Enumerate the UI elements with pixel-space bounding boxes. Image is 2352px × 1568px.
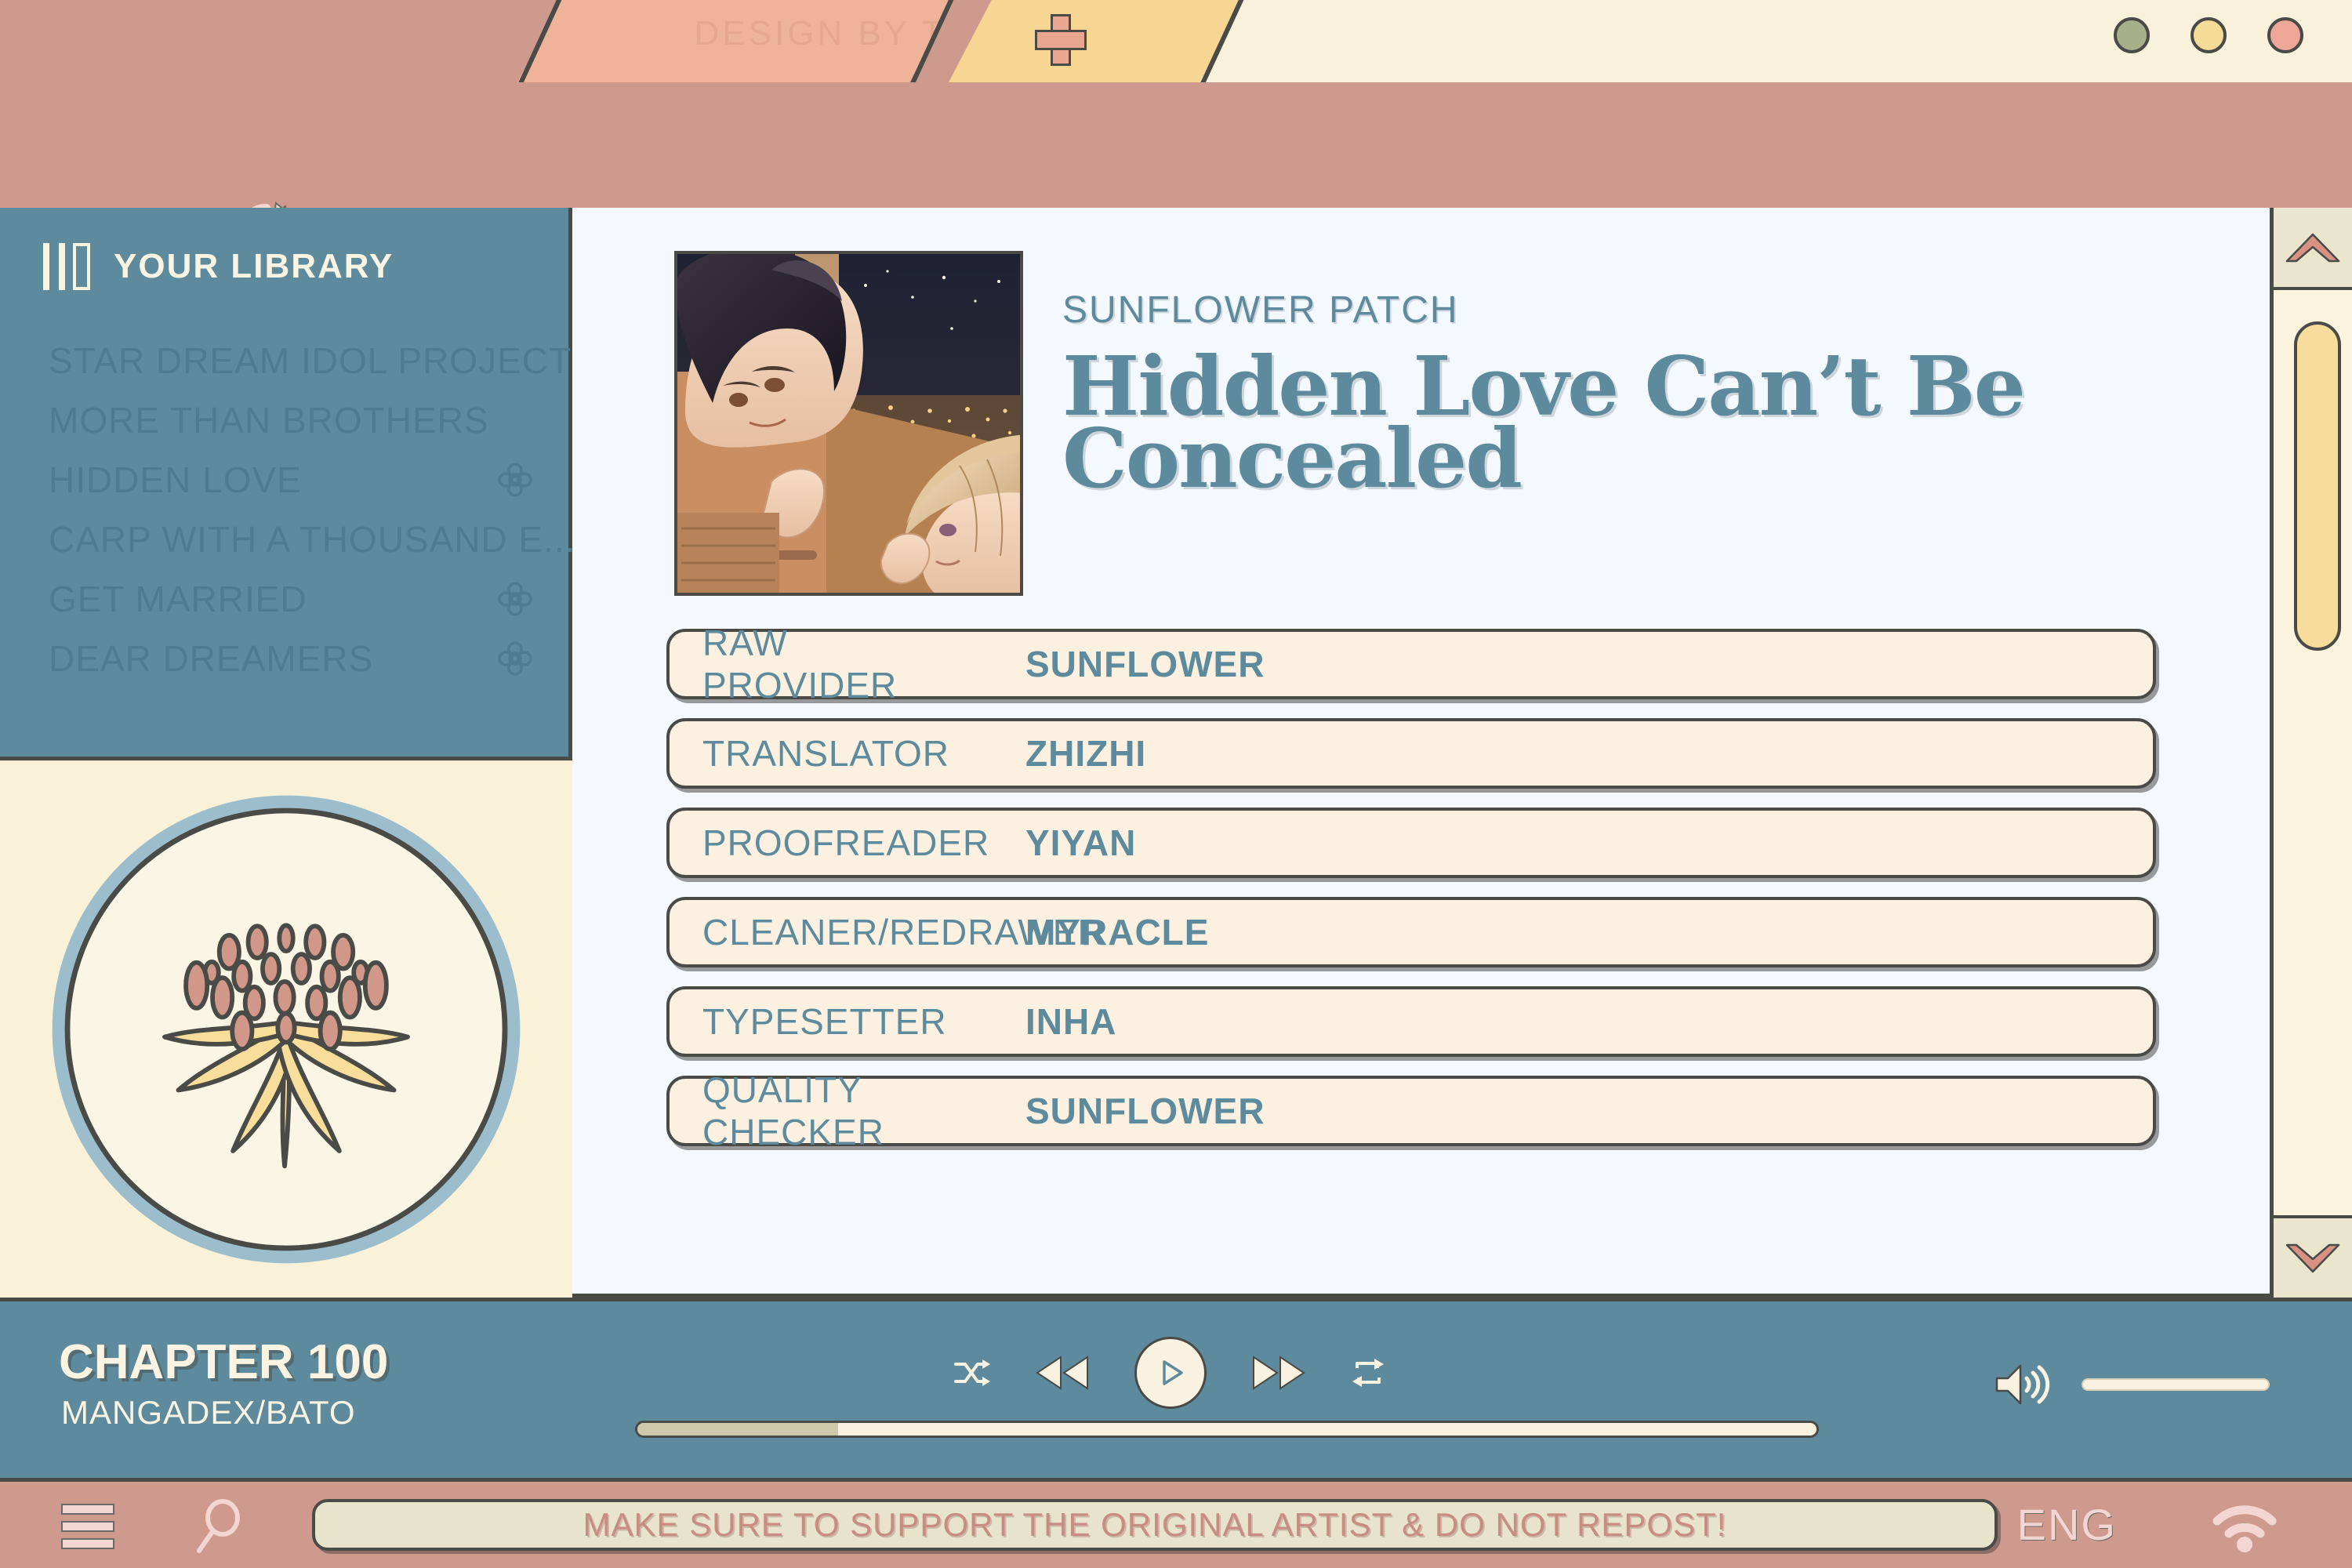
scroll-up-button[interactable] bbox=[2274, 208, 2352, 290]
volume-control[interactable] bbox=[1994, 1363, 2270, 1406]
sidebar-item-label: DEAR DREAMERS bbox=[49, 638, 374, 679]
library-title: YOUR LIBRARY bbox=[114, 247, 394, 285]
minimize-button[interactable] bbox=[2114, 17, 2150, 53]
flower-icon bbox=[495, 459, 535, 500]
tab-design-by-tinu[interactable]: DESIGN BY TINU bbox=[517, 0, 956, 82]
scroll-down-button[interactable] bbox=[2274, 1215, 2352, 1298]
main-body: YOUR LIBRARY STAR DREAM IDOL PROJECT MOR… bbox=[0, 208, 2352, 1298]
credit-role: QUALITY CHECKER bbox=[702, 1069, 884, 1152]
library-icon bbox=[43, 243, 90, 290]
sidebar-item-label: GET MARRIED bbox=[49, 579, 307, 619]
progress-fill bbox=[637, 1423, 838, 1436]
sidebar-item-label: STAR DREAM IDOL PROJECT bbox=[49, 340, 572, 381]
sidebar-item-label: HIDDEN LOVE bbox=[49, 459, 302, 500]
scrollbar-thumb[interactable] bbox=[2294, 321, 2341, 651]
status-bar: MAKE SURE TO SUPPORT THE ORIGINAL ARTIST… bbox=[0, 1482, 2352, 1568]
repeat-icon bbox=[1352, 1359, 1384, 1387]
page-title: Hidden Love Can’t Be Concealed bbox=[1062, 338, 2026, 506]
chevron-up-icon bbox=[2285, 233, 2340, 262]
credit-row[interactable]: TYPESETTER INHA bbox=[666, 986, 2156, 1057]
repeat-button[interactable] bbox=[1351, 1357, 1385, 1388]
credit-name: ZHIZHI bbox=[1025, 733, 1147, 774]
player-bar: CHAPTER 100 MANGADEX/BATO bbox=[0, 1298, 2352, 1482]
credit-name: INHA bbox=[1025, 1001, 1117, 1042]
sidebar-item-star-dream-idol-project[interactable]: STAR DREAM IDOL PROJECT bbox=[0, 331, 571, 390]
speaker-icon bbox=[1995, 1364, 2050, 1405]
flower-icon bbox=[495, 638, 535, 679]
cover-image bbox=[674, 251, 1023, 596]
credit-row[interactable]: RAW PROVIDER SUNFLOWER bbox=[666, 622, 2156, 706]
address-bar: ‹ › discord.gg/erG2zffq5G bbox=[0, 82, 2352, 283]
sunflower-emblem bbox=[52, 795, 521, 1263]
language-indicator[interactable]: ENG bbox=[2017, 1499, 2117, 1550]
playback-progress-bar[interactable] bbox=[635, 1421, 1819, 1438]
previous-button[interactable] bbox=[1034, 1354, 1091, 1392]
search-button[interactable] bbox=[196, 1499, 246, 1554]
series-header: SUNFLOWER PATCH Hidden Love Can’t Be Con… bbox=[572, 208, 2270, 596]
window-controls bbox=[2114, 17, 2303, 53]
chapter-title: CHAPTER 100 bbox=[59, 1335, 389, 1389]
credit-role: TYPESETTER bbox=[702, 1001, 947, 1042]
play-button[interactable] bbox=[1134, 1337, 1207, 1409]
transport-controls bbox=[953, 1337, 1385, 1409]
chapter-source: MANGADEX/BATO bbox=[61, 1394, 356, 1431]
plus-icon[interactable] bbox=[1035, 14, 1087, 66]
library-list: STAR DREAM IDOL PROJECT MORE THAN BROTHE… bbox=[0, 331, 575, 688]
support-banner-text: MAKE SURE TO SUPPORT THE ORIGINAL ARTIST… bbox=[583, 1506, 1727, 1543]
credit-role: CLEANER/REDRAWER bbox=[702, 912, 1105, 953]
shuffle-icon bbox=[954, 1359, 990, 1386]
sidebar-item-label: CARP WITH A THOUSAND E... bbox=[49, 519, 576, 560]
browser-window: DESIGN BY TINU ‹ › bbox=[0, 0, 2352, 1568]
rewind-icon bbox=[1036, 1356, 1088, 1390]
sidebar-item-get-married[interactable]: GET MARRIED bbox=[0, 569, 568, 629]
credits-list: RAW PROVIDER SUNFLOWER TRANSLATOR ZHIZHI… bbox=[666, 622, 2156, 1152]
sidebar: YOUR LIBRARY STAR DREAM IDOL PROJECT MOR… bbox=[0, 208, 575, 1298]
credit-row[interactable]: QUALITY CHECKER SUNFLOWER bbox=[666, 1069, 2156, 1152]
support-banner: MAKE SURE TO SUPPORT THE ORIGINAL ARTIST… bbox=[312, 1499, 1998, 1551]
credit-name: YIYAN bbox=[1025, 822, 1137, 863]
cover-artwork bbox=[677, 254, 1020, 593]
credit-name: SUNFLOWER bbox=[1025, 644, 1265, 684]
sidebar-item-more-than-brothers[interactable]: MORE THAN BROTHERS bbox=[0, 390, 568, 450]
wifi-button[interactable] bbox=[2209, 1501, 2280, 1552]
flower-icon bbox=[495, 579, 535, 619]
chevron-down-icon bbox=[2285, 1243, 2340, 1272]
close-button[interactable] bbox=[2267, 17, 2303, 53]
tab-new-tab[interactable] bbox=[949, 0, 1247, 82]
sidebar-artwork bbox=[0, 757, 572, 1298]
shuffle-button[interactable] bbox=[953, 1358, 990, 1388]
title-block: SUNFLOWER PATCH Hidden Love Can’t Be Con… bbox=[1062, 251, 2270, 596]
sidebar-item-carp-with-a-thousand-e[interactable]: CARP WITH A THOUSAND E... bbox=[0, 510, 575, 569]
volume-slider[interactable] bbox=[2082, 1378, 2270, 1391]
tab-strip: DESIGN BY TINU bbox=[0, 0, 2352, 90]
sidebar-item-dear-dreamers[interactable]: DEAR DREAMERS bbox=[0, 629, 568, 688]
group-name: SUNFLOWER PATCH bbox=[1062, 289, 1459, 331]
maximize-button[interactable] bbox=[2190, 17, 2227, 53]
fast-forward-icon bbox=[1253, 1356, 1305, 1390]
sidebar-item-label: MORE THAN BROTHERS bbox=[49, 400, 489, 441]
play-icon bbox=[1163, 1360, 1183, 1385]
credit-role: TRANSLATOR bbox=[702, 733, 950, 774]
credit-name: SUNFLOWER bbox=[1025, 1091, 1265, 1131]
credit-row[interactable]: CLEANER/REDRAWER MYRACLE bbox=[666, 897, 2156, 967]
sidebar-item-hidden-love[interactable]: HIDDEN LOVE bbox=[0, 450, 568, 510]
credit-name: MYRACLE bbox=[1025, 912, 1210, 953]
credit-row[interactable]: TRANSLATOR ZHIZHI bbox=[666, 718, 2156, 789]
wifi-icon bbox=[2212, 1505, 2277, 1552]
search-icon bbox=[197, 1499, 240, 1553]
library-header: YOUR LIBRARY bbox=[0, 208, 568, 290]
vertical-scrollbar[interactable] bbox=[2270, 208, 2352, 1298]
credit-row[interactable]: PROOFREADER YIYAN bbox=[666, 808, 2156, 878]
content-pane: SUNFLOWER PATCH Hidden Love Can’t Be Con… bbox=[572, 208, 2270, 1298]
hamburger-icon[interactable] bbox=[61, 1504, 114, 1549]
next-button[interactable] bbox=[1250, 1354, 1307, 1392]
credit-role: PROOFREADER bbox=[702, 822, 990, 863]
credit-role: RAW PROVIDER bbox=[702, 622, 898, 706]
